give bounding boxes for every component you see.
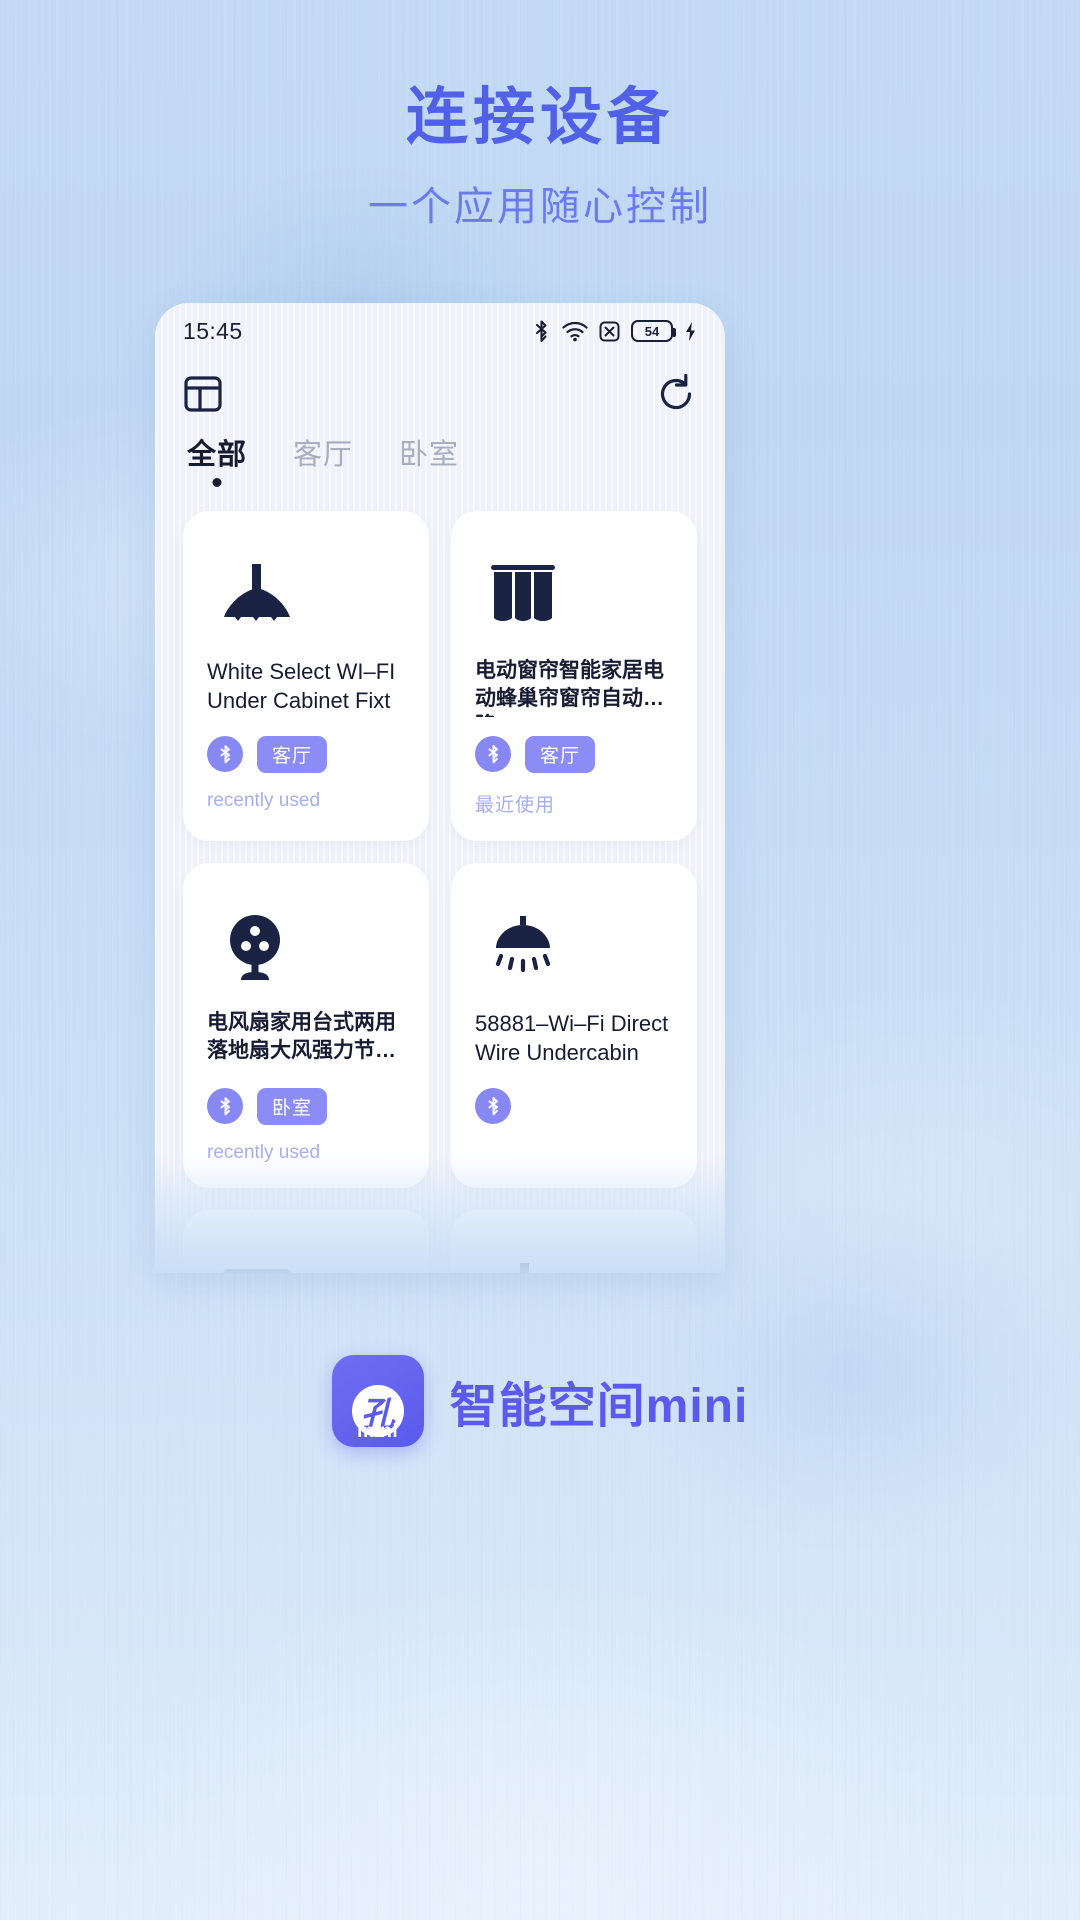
status-bar-time: 15:45 [183,317,243,344]
device-card[interactable] [183,1210,429,1273]
bluetooth-badge [207,736,243,772]
bluetooth-icon [220,1097,230,1116]
tab-label: 全部 [187,439,248,471]
status-bar-icons: 54 [532,319,697,343]
promo-headline-block: 连接设备 一个应用随心控制 [0,83,1080,232]
status-bar: 15:45 54 [155,303,725,359]
bluetooth-badge [475,1088,511,1124]
device-card[interactable]: 58881–Wi–Fi Direct Wire Undercabin [451,863,697,1188]
room-tag: 客厅 [257,735,328,773]
air-conditioner-icon [222,1269,292,1273]
bluetooth-icon [220,745,230,764]
layout-grid-icon[interactable] [183,374,223,414]
device-icon-wrap [475,897,673,997]
tab-living-room[interactable]: 客厅 [293,431,353,489]
device-icon-wrap [207,545,405,645]
device-name: 电风扇家用台式两用落地扇大风强力节… [207,1011,396,1062]
device-badges: 客厅 [207,735,405,773]
tab-bar: 全部 客厅 卧室 [155,415,725,489]
device-status: recently used [207,790,321,811]
mute-icon [599,321,620,341]
device-card[interactable]: 电风扇家用台式两用落地扇大风强力节… 卧室 recently used [183,863,429,1188]
bluetooth-icon [535,320,547,343]
charging-bolt-icon [686,321,695,341]
ceiling-light-icon [495,916,551,973]
device-icon-wrap [207,1244,405,1273]
device-icon-wrap [475,545,673,645]
device-badges [475,1087,673,1125]
tab-label: 客厅 [293,439,354,471]
logo-sub-label: mini [357,1421,399,1442]
room-tag: 客厅 [525,735,596,773]
device-card[interactable]: White Select WI–FI Under Cabinet Fixt 客厅… [183,511,429,841]
promo-title: 连接设备 [405,83,674,152]
device-status: recently used [207,1142,321,1163]
battery-level-text: 54 [644,323,660,339]
device-name: White Select WI–FI Under Cabinet Fixt [207,659,396,714]
device-badges: 客厅 [475,735,673,773]
bluetooth-icon [488,1097,498,1116]
device-name: 58881–Wi–Fi Direct Wire Undercabin [475,1011,669,1066]
brand-name: 智能空间mini [449,1380,749,1433]
tab-label: 卧室 [399,439,460,471]
device-name: 电动窗帘智能家居电动蜂巢帘窗帘自动升降… [475,659,664,717]
device-icon-wrap [475,1244,673,1273]
fan-icon [230,915,280,980]
tab-all[interactable]: 全部 [187,431,247,489]
bluetooth-badge [475,736,511,772]
brand-block: 孔 mini 智能空间mini [0,1355,1080,1447]
device-card[interactable] [451,1210,697,1273]
battery-indicator: 54 [631,320,676,342]
device-badges: 卧室 [207,1087,405,1125]
device-status: 最近使用 [475,795,556,816]
device-grid: White Select WI–FI Under Cabinet Fixt 客厅… [155,489,725,1273]
pendant-lamp-icon [520,1263,529,1273]
refresh-icon[interactable] [655,373,697,415]
device-icon-wrap [207,897,405,997]
curtain-icon [491,565,555,621]
bluetooth-icon [488,745,498,764]
room-tag: 卧室 [257,1087,328,1125]
device-card[interactable]: 电动窗帘智能家居电动蜂巢帘窗帘自动升降… 客厅 最近使用 [451,511,697,841]
tab-bedroom[interactable]: 卧室 [399,431,459,489]
phone-mockup: 15:45 54 全部 客厅 卧室 White Select WI–FI Und… [155,303,725,1273]
app-header [155,359,725,415]
app-logo: 孔 mini [331,1355,424,1447]
promo-subtitle: 一个应用随心控制 [368,185,712,230]
tab-active-dot [212,478,222,487]
wifi-icon [562,321,588,341]
bluetooth-badge [207,1088,243,1124]
pendant-lamp-icon [224,564,290,621]
